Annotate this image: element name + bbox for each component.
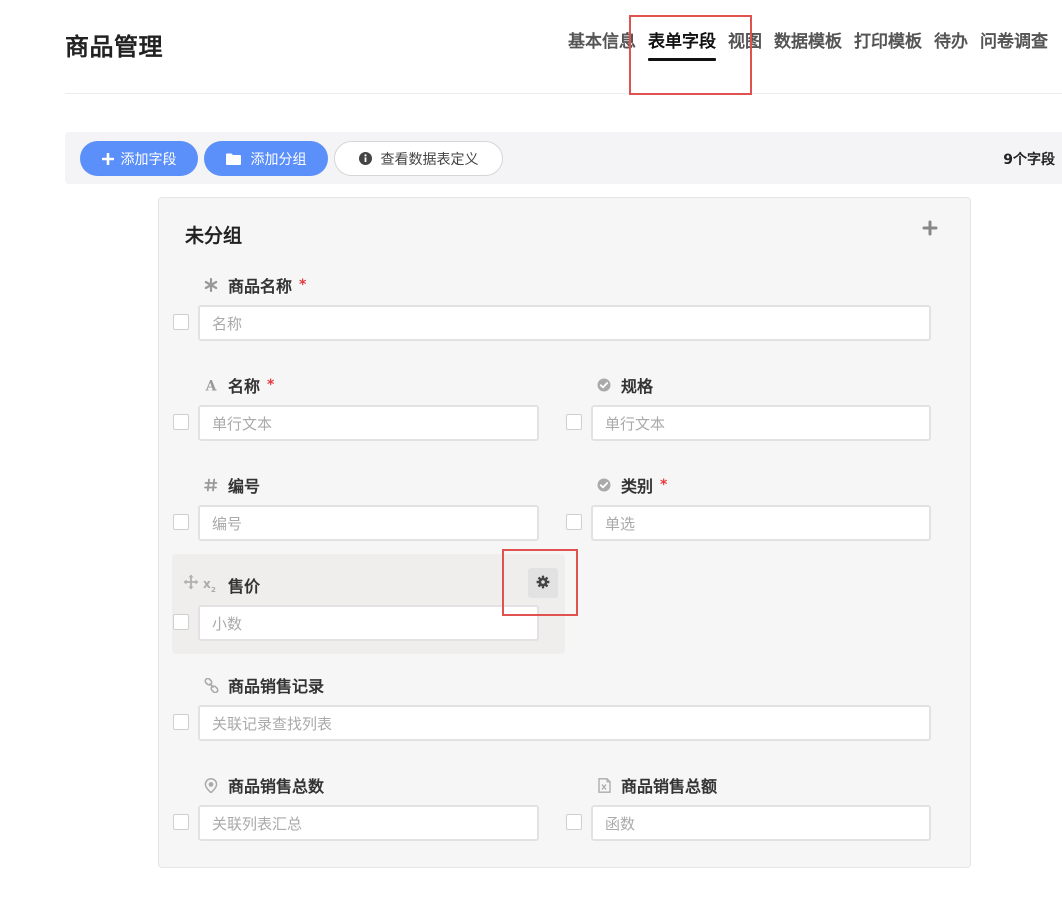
sales-records-input-preview[interactable]: 关联记录查找列表 (198, 705, 931, 741)
field-label-sales-total-count: 商品销售总数 (203, 773, 324, 797)
check-circle-icon (596, 477, 612, 493)
highlight-box-tab (629, 15, 752, 95)
spec-input-preview[interactable]: 单行文本 (591, 405, 931, 441)
drag-handle-icon[interactable] (183, 574, 199, 590)
product-name-input-preview[interactable]: 名称 (198, 305, 931, 341)
field-select-checkbox[interactable] (173, 414, 189, 430)
info-icon (358, 152, 372, 165)
required-mark: * (299, 277, 307, 293)
required-mark: * (660, 477, 668, 493)
category-input-preview[interactable]: 单选 (591, 505, 931, 541)
required-mark: * (267, 377, 275, 393)
check-circle-icon (596, 377, 612, 393)
tab-basic-info[interactable]: 基本信息 (568, 30, 636, 54)
folder-icon (225, 153, 241, 165)
field-select-checkbox[interactable] (566, 814, 582, 830)
tab-data-templates[interactable]: 数据模板 (774, 30, 842, 54)
field-label-sales-records: 商品销售记录 (203, 673, 324, 697)
number-input-preview[interactable]: 编号 (198, 505, 539, 541)
price-input-preview[interactable]: 小数 (198, 605, 539, 641)
field-select-checkbox[interactable] (173, 814, 189, 830)
header-divider (65, 93, 1062, 94)
view-definition-button[interactable]: 查看数据表定义 (334, 141, 503, 176)
field-select-checkbox[interactable] (566, 514, 582, 530)
add-group-label: 添加分组 (250, 151, 307, 168)
tab-form-fields[interactable]: 表单字段 (648, 30, 716, 61)
add-field-button[interactable]: 添加字段 (80, 141, 198, 176)
svg-text:x: x (203, 577, 211, 591)
name-input-preview[interactable]: 单行文本 (198, 405, 539, 441)
add-field-label: 添加字段 (120, 151, 177, 168)
tab-views[interactable]: 视图 (728, 30, 762, 54)
tab-todo[interactable]: 待办 (934, 30, 968, 54)
group-title: 未分组 (185, 225, 243, 247)
field-label-category: 类别 * (596, 473, 667, 497)
field-label-name: A 名称 * (203, 373, 275, 397)
subscript-x-icon: x2 (203, 577, 219, 593)
add-icon[interactable] (922, 220, 938, 236)
field-label-product-name: 商品名称 * (203, 273, 306, 297)
field-select-checkbox[interactable] (173, 314, 189, 330)
plus-icon (101, 152, 114, 165)
field-select-checkbox[interactable] (173, 614, 189, 630)
gear-icon (536, 574, 550, 593)
tab-bar: 基本信息 表单字段 视图 数据模板 打印模板 待办 问卷调查 (568, 30, 1060, 61)
view-definition-label: 查看数据表定义 (380, 151, 479, 168)
toolbar: 添加字段 添加分组 查看数据表定义 9个字段 (65, 132, 1062, 184)
field-label-number: 编号 (203, 473, 260, 497)
svg-text:2: 2 (211, 586, 216, 593)
sales-total-count-input-preview[interactable]: 关联列表汇总 (198, 805, 539, 841)
field-label-sales-total-amount: 商品销售总额 (596, 773, 717, 797)
tab-print-templates[interactable]: 打印模板 (854, 30, 922, 54)
field-settings-button[interactable] (528, 568, 558, 598)
asterisk-icon (203, 277, 219, 293)
location-pin-icon (203, 777, 219, 793)
field-label-price: x2 售价 (203, 577, 261, 596)
field-select-checkbox[interactable] (173, 714, 189, 730)
field-label-spec: 规格 (596, 373, 653, 397)
add-group-button[interactable]: 添加分组 (204, 141, 328, 176)
field-count: 9个字段 (1003, 152, 1055, 168)
function-icon (596, 777, 612, 793)
svg-text:A: A (205, 379, 218, 393)
link-icon (203, 677, 219, 693)
text-a-icon: A (203, 377, 219, 393)
tab-survey[interactable]: 问卷调查 (980, 30, 1048, 54)
field-select-checkbox[interactable] (173, 514, 189, 530)
field-select-checkbox[interactable] (566, 414, 582, 430)
sales-total-amount-input-preview[interactable]: 函数 (591, 805, 931, 841)
hash-icon (203, 477, 219, 493)
page-title: 商品管理 (65, 33, 163, 61)
